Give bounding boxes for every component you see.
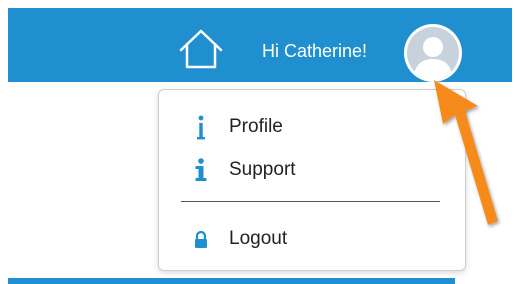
user-avatar-button[interactable] bbox=[404, 24, 462, 82]
content-top-border bbox=[8, 278, 455, 284]
user-avatar-icon bbox=[407, 27, 459, 79]
info-icon bbox=[197, 115, 205, 140]
menu-divider bbox=[181, 201, 440, 202]
user-greeting: Hi Catherine! bbox=[262, 41, 368, 61]
menu-item-support[interactable]: Support bbox=[159, 151, 465, 189]
menu-item-label: Support bbox=[229, 159, 296, 180]
app-screen: Hi Catherine! Profile Support Logout bbox=[0, 0, 523, 284]
top-navigation-bar: Hi Catherine! bbox=[8, 8, 512, 82]
menu-item-label: Logout bbox=[229, 228, 288, 249]
home-icon[interactable] bbox=[179, 29, 223, 69]
menu-item-label: Profile bbox=[229, 116, 283, 137]
user-dropdown-menu: Profile Support Logout bbox=[158, 89, 466, 271]
menu-item-profile[interactable]: Profile bbox=[159, 108, 465, 146]
info-icon bbox=[195, 158, 207, 181]
lock-icon bbox=[195, 230, 207, 248]
menu-item-logout[interactable]: Logout bbox=[159, 220, 465, 258]
